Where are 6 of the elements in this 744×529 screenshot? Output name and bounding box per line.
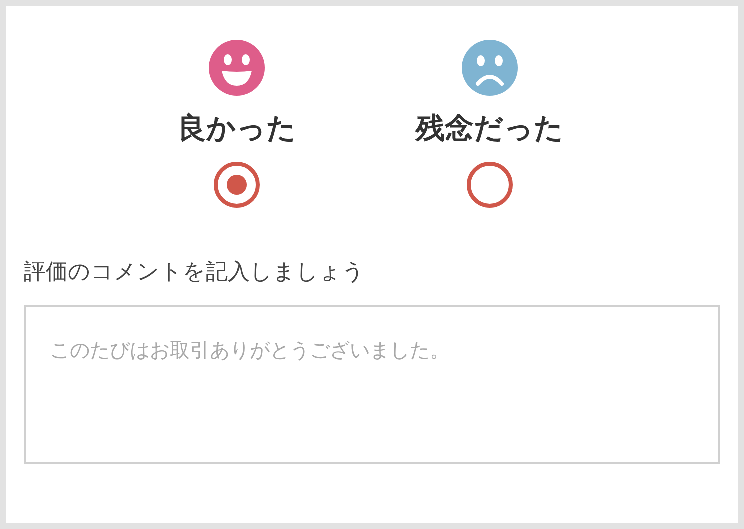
- comment-label: 評価のコメントを記入しましょう: [24, 259, 365, 287]
- rating-label: 良かった: [178, 110, 296, 147]
- rating-label: 残念だった: [416, 110, 564, 147]
- comment-field[interactable]: このたびはお取引ありがとうございました。: [24, 305, 720, 464]
- radio-button[interactable]: [467, 162, 513, 208]
- radio-button[interactable]: [214, 162, 260, 208]
